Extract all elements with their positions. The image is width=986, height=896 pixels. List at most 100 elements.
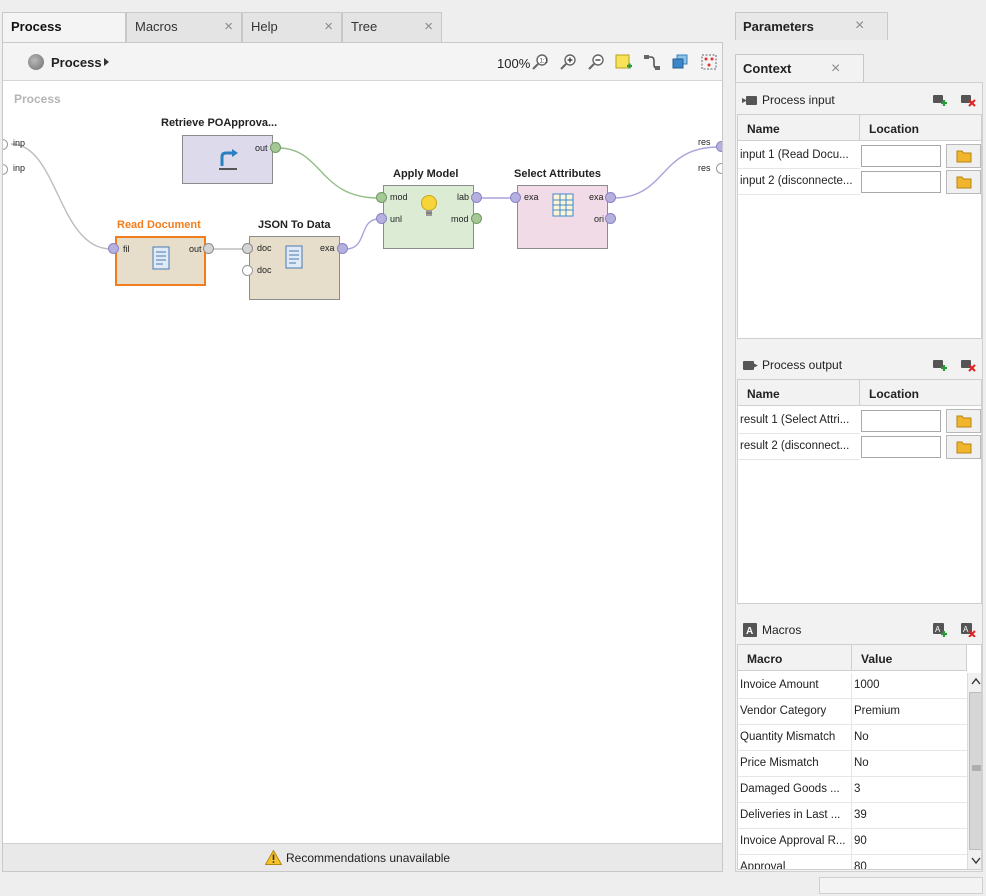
table-row[interactable]: Invoice Amount 1000 [738,673,981,699]
process-input-icon [742,96,757,105]
close-icon[interactable]: × [224,18,233,35]
port-label: doc [257,243,272,253]
process-canvas[interactable]: Process inp inp res res Retrieve POAppro… [3,82,722,844]
macro-value[interactable]: 39 [852,803,967,829]
input-port[interactable] [376,192,387,203]
macro-value[interactable]: 3 [852,777,967,803]
remove-port-icon[interactable] [960,93,976,107]
breadcrumb-arrow-icon[interactable] [104,58,109,66]
wire-input-to-read-document[interactable] [10,143,112,250]
zoom-fit-icon[interactable]: 1:1 [531,53,549,71]
macro-value[interactable]: No [852,725,967,751]
zoom-out-icon[interactable] [587,53,605,71]
table-row[interactable]: Vendor Category Premium [738,699,981,725]
close-icon[interactable]: × [855,17,864,35]
scroll-down-icon[interactable] [971,857,981,865]
close-icon[interactable]: × [324,18,333,35]
browse-button[interactable] [946,170,981,194]
macro-value[interactable]: 80 [852,855,967,869]
browse-button[interactable] [946,144,981,168]
remove-port-icon[interactable] [960,358,976,372]
input-port[interactable] [108,243,119,254]
add-macro-icon[interactable]: A [932,623,948,637]
add-port-icon[interactable] [932,358,948,372]
table-row[interactable]: Price Mismatch No [738,751,981,777]
table-row[interactable]: Invoice Approval R... 90 [738,829,981,855]
output-port[interactable] [605,213,616,224]
location-input[interactable] [861,171,941,193]
column-header-location[interactable]: Location [860,115,981,141]
tab-tree[interactable]: Tree × [342,12,442,42]
table-row[interactable]: Approval 80 [738,855,981,869]
process-root-icon[interactable] [28,54,44,70]
process-result-port[interactable] [716,163,722,174]
input-port[interactable] [242,243,253,254]
remove-macro-icon[interactable]: A [960,623,976,637]
column-header-location[interactable]: Location [860,380,981,406]
tab-process[interactable]: Process [2,12,126,43]
location-input[interactable] [861,145,941,167]
operator-title: Apply Model [393,168,459,180]
output-port[interactable] [605,192,616,203]
wire-json-to-apply[interactable] [345,218,380,250]
footer-field [819,877,983,894]
operator-json-to-data[interactable]: doc doc exa [249,236,340,300]
close-icon[interactable]: × [424,18,433,35]
column-header-name[interactable]: Name [738,115,860,141]
table-row[interactable]: Quantity Mismatch No [738,725,981,751]
tab-parameters[interactable]: Parameters × [735,12,888,40]
status-bar: Recommendations unavailable [3,843,722,871]
operator-read-document[interactable]: fil out [115,236,206,286]
location-input[interactable] [861,410,941,432]
tab-help[interactable]: Help × [242,12,342,42]
breadcrumb[interactable]: Process [51,55,102,70]
input-port[interactable] [242,265,253,276]
tab-macros[interactable]: Macros × [126,12,242,42]
close-icon[interactable]: × [831,60,840,78]
column-header-value[interactable]: Value [852,645,967,671]
macro-value[interactable]: 90 [852,829,967,855]
port-label: mod [390,192,408,202]
port-label: out [189,244,202,254]
operator-apply-model[interactable]: mod unl lab mod [383,185,474,249]
process-result-port[interactable] [716,141,722,152]
location-input[interactable] [861,436,941,458]
arrange-icon[interactable] [700,53,718,71]
add-port-icon[interactable] [932,93,948,107]
retrieve-arrow-icon [219,149,238,170]
svg-text:A: A [746,626,753,637]
layers-icon[interactable] [671,53,689,71]
zoom-in-icon[interactable] [559,53,577,71]
scroll-thumb[interactable] [969,692,981,850]
port-label: res [698,137,711,147]
wire-retrieve-to-apply[interactable] [277,147,380,199]
table-row[interactable]: Damaged Goods ... 3 [738,777,981,803]
input-port[interactable] [510,192,521,203]
output-port[interactable] [471,192,482,203]
table-row[interactable]: Deliveries in Last ... 39 [738,803,981,829]
macro-name: Price Mismatch [738,751,852,777]
output-port[interactable] [270,142,281,153]
macro-value[interactable]: No [852,751,967,777]
column-header-name[interactable]: Name [738,380,860,406]
port-label: out [255,143,268,153]
table-row: input 2 (disconnecte... [738,169,981,195]
input-port[interactable] [376,213,387,224]
browse-button[interactable] [946,409,981,433]
output-port[interactable] [337,243,348,254]
operator-retrieve[interactable]: out [182,135,273,184]
recommendations-status: Recommendations unavailable [286,851,451,865]
macros-scrollbar[interactable] [967,673,981,869]
macro-value[interactable]: 1000 [852,673,967,699]
column-header-macro[interactable]: Macro [738,645,852,671]
auto-wire-icon[interactable] [643,53,661,71]
output-port[interactable] [203,243,214,254]
macro-value[interactable]: Premium [852,699,967,725]
operator-select-attributes[interactable]: exa exa ori [517,185,608,249]
output-port[interactable] [471,213,482,224]
tab-context[interactable]: Context × [735,54,864,83]
add-note-icon[interactable] [615,53,633,71]
browse-button[interactable] [946,435,981,459]
process-toolbar: Process 100% 1:1 [3,43,722,81]
scroll-up-icon[interactable] [971,677,981,685]
